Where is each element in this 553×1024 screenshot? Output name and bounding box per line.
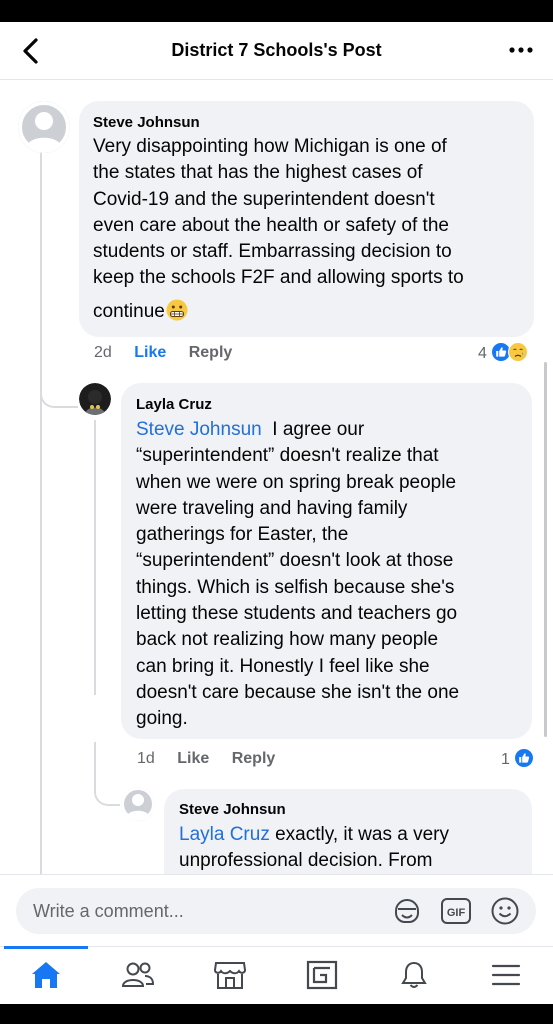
comment-line: Very disappointing how Michigan is one o… [93,136,447,157]
comment-input[interactable]: Write a comment... GIF [16,888,536,934]
comment-bubble[interactable]: Layla Cruz Steve Johnsun I agree our “su… [121,383,532,739]
comment-text: Steve Johnsun I agree our “superintenden… [136,417,531,733]
thread-connector [94,742,120,806]
comment-line: things. Which is selfish because she's [136,576,455,598]
emoji-icon[interactable] [490,896,520,926]
header-bar: District 7 Schools's Post [0,22,553,80]
comment-line: “superintendent” doesn't look at those [136,550,454,572]
friends-icon[interactable] [118,955,158,995]
thread-line [94,420,96,695]
more-options-icon[interactable] [507,38,535,62]
reaction-summary[interactable]: 1 [501,748,534,772]
comment-line: were traveling and having family [136,497,408,519]
comment-line: Covid-19 and the superintendent doesn't [93,188,435,210]
comment-line: continue [93,300,165,322]
comment-line: doesn't care because she isn't the one [136,681,460,703]
grimace-emoji-icon [166,299,188,329]
reaction-summary[interactable]: 4 [478,342,528,366]
comment-bubble[interactable]: Steve Johnsun Very disappointing how Mic… [79,101,534,337]
avatar[interactable] [18,101,70,153]
comment-composer-bar: Write a comment... GIF [0,874,553,946]
comment-line: unprofessional decision. From [179,850,433,872]
sticker-icon[interactable] [392,896,422,926]
notifications-icon[interactable] [394,955,434,995]
comment-input-placeholder: Write a comment... [33,901,184,921]
reply-button[interactable]: Reply [232,750,276,767]
scrollbar[interactable] [544,362,547,737]
thread-line [40,150,42,874]
comment-author[interactable]: Layla Cruz [136,396,212,413]
reaction-count: 4 [478,345,487,362]
comment-line: gatherings for Easter, the [136,524,349,546]
comment-actions: 2d Like Reply [94,344,232,362]
reaction-count: 1 [501,751,510,768]
thread-connector [40,352,78,408]
like-button[interactable]: Like [177,750,209,767]
active-tab-indicator [4,946,88,949]
comment-line: even care about the health or safety of … [93,214,449,236]
like-reaction-icon [513,748,534,772]
reply-button[interactable]: Reply [189,344,233,361]
page-title: District 7 Schools's Post [171,40,382,60]
comment-line: letting these students and teachers go [136,603,458,625]
gif-icon[interactable]: GIF [440,896,471,926]
avatar[interactable] [121,787,155,821]
post-comments-screen: District 7 Schools's Post Steve Johnsun … [0,22,553,1004]
bottom-tab-bar [0,946,553,1004]
like-button[interactable]: Like [134,344,166,361]
menu-icon[interactable] [486,955,526,995]
comment-line: the states that has the highest cases of [93,162,423,184]
comment-time: 2d [94,344,112,361]
comment-line: when we were on spring break people [136,471,457,493]
comment-line: students or staff. Embarrassing decision… [93,241,452,263]
groups-icon[interactable] [302,955,342,995]
comment-author[interactable]: Steve Johnsun [179,801,286,818]
marketplace-icon[interactable] [210,955,250,995]
avatar[interactable] [79,383,111,415]
comment-line: exactly, it was a very [275,824,449,845]
comment-author[interactable]: Steve Johnsun [93,114,200,131]
comment-text: Very disappointing how Michigan is one o… [93,134,533,329]
svg-text:GIF: GIF [447,907,466,919]
home-icon[interactable] [26,955,66,995]
comment-text: Layla Cruz exactly, it was a very unprof… [179,822,529,875]
comment-actions: 1d Like Reply [137,750,275,768]
comment-line: “superintendent” doesn't realize that [136,445,439,467]
comment-line: I agree our [272,419,365,440]
comment-time: 1d [137,750,155,767]
comment-line: keep the schools F2F and allowing sports… [93,267,464,289]
comment-line: going. [136,708,188,730]
mention-link[interactable]: Layla Cruz [179,824,270,845]
sad-reaction-icon [507,342,528,366]
comment-line: back not realizing how many people [136,629,439,651]
comment-line: can bring it. Honestly I feel like she [136,655,430,677]
mention-link[interactable]: Steve Johnsun [136,419,262,440]
